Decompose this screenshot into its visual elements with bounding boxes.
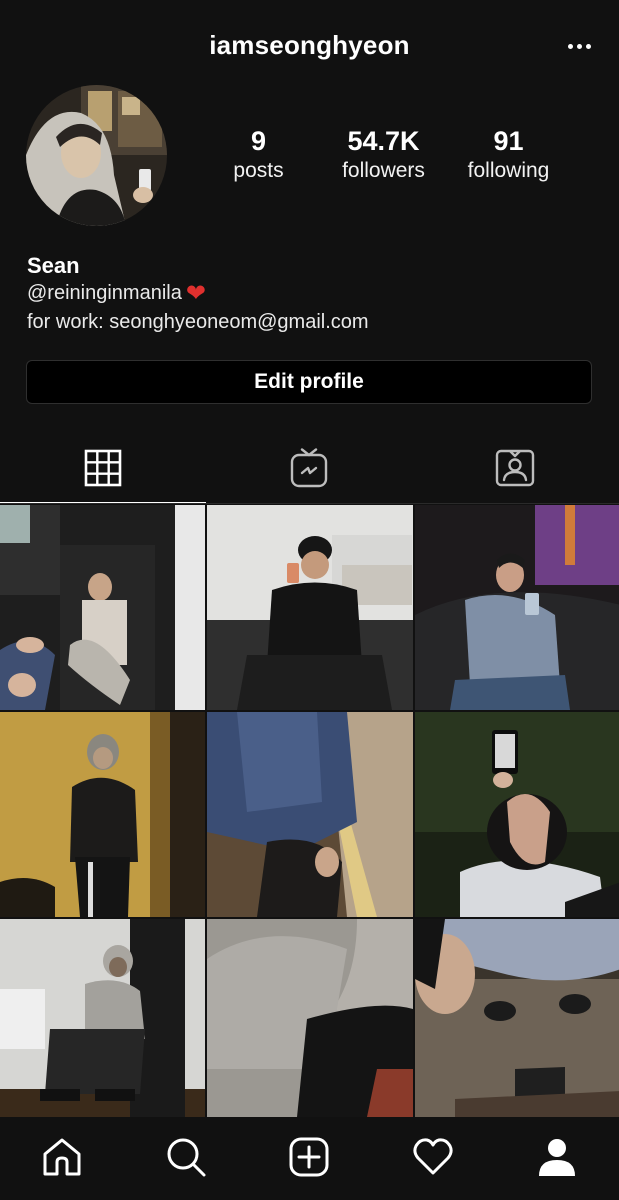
following-stat[interactable]: 91 following (446, 125, 571, 195)
followers-stat[interactable]: 54.7K followers (321, 125, 446, 195)
grid-icon (84, 449, 122, 487)
nav-home[interactable] (32, 1127, 92, 1187)
nav-new-post[interactable] (279, 1127, 339, 1187)
display-name: Sean (27, 253, 80, 278)
more-dot (576, 43, 582, 49)
profile-stats: 9 posts 54.7K followers 91 following (196, 125, 616, 195)
post-thumbnail-6[interactable] (415, 712, 619, 917)
profile-tabs (0, 432, 619, 504)
bio-handle-link[interactable]: @reininginmanila (27, 282, 182, 304)
nav-activity[interactable] (403, 1127, 463, 1187)
tagged-icon (495, 449, 535, 487)
more-dot (567, 43, 573, 49)
edit-profile-button[interactable]: Edit profile (26, 360, 592, 404)
tab-grid[interactable] (0, 432, 206, 504)
more-options-button[interactable] (561, 32, 597, 60)
posts-label: posts (233, 159, 284, 182)
posts-count: 9 (250, 126, 267, 156)
posts-grid (0, 505, 619, 1117)
nav-search[interactable] (156, 1127, 216, 1187)
post-thumbnail-5[interactable] (207, 712, 413, 917)
heart-emoji: ❤ (185, 280, 206, 307)
tab-tagged[interactable] (412, 432, 618, 504)
post-thumbnail-9[interactable] (415, 919, 619, 1117)
post-thumbnail-1[interactable] (0, 505, 205, 710)
followers-label: followers (342, 159, 425, 182)
post-thumbnail-3[interactable] (415, 505, 619, 710)
profile-header: iamseonghyeon (0, 0, 619, 95)
add-post-icon (289, 1137, 329, 1177)
following-count: 91 (493, 126, 524, 156)
post-thumbnail-8[interactable] (207, 919, 413, 1117)
bottom-navigation (0, 1117, 619, 1200)
more-dot (585, 43, 591, 49)
tab-igtv[interactable] (206, 432, 412, 504)
heart-icon (413, 1138, 453, 1175)
post-thumbnail-4[interactable] (0, 712, 205, 917)
following-label: following (467, 159, 550, 182)
nav-profile[interactable] (527, 1127, 587, 1187)
profile-icon (539, 1139, 576, 1176)
profile-username[interactable]: iamseonghyeon (0, 30, 619, 61)
search-icon (167, 1138, 206, 1177)
avatar[interactable] (26, 85, 167, 226)
igtv-icon (290, 448, 328, 488)
home-icon (43, 1138, 81, 1176)
posts-stat[interactable]: 9 posts (196, 125, 321, 195)
bio-handle-line: @reininginmanila ❤ (27, 279, 597, 308)
profile-bio: Sean @reininginmanila ❤ for work: seonghy… (27, 252, 597, 337)
post-thumbnail-2[interactable] (207, 505, 413, 710)
followers-count: 54.7K (347, 126, 420, 156)
post-thumbnail-7[interactable] (0, 919, 205, 1117)
bio-work-line: for work: seonghyeoneom@gmail.com (27, 311, 369, 333)
tabs-divider (0, 503, 619, 504)
